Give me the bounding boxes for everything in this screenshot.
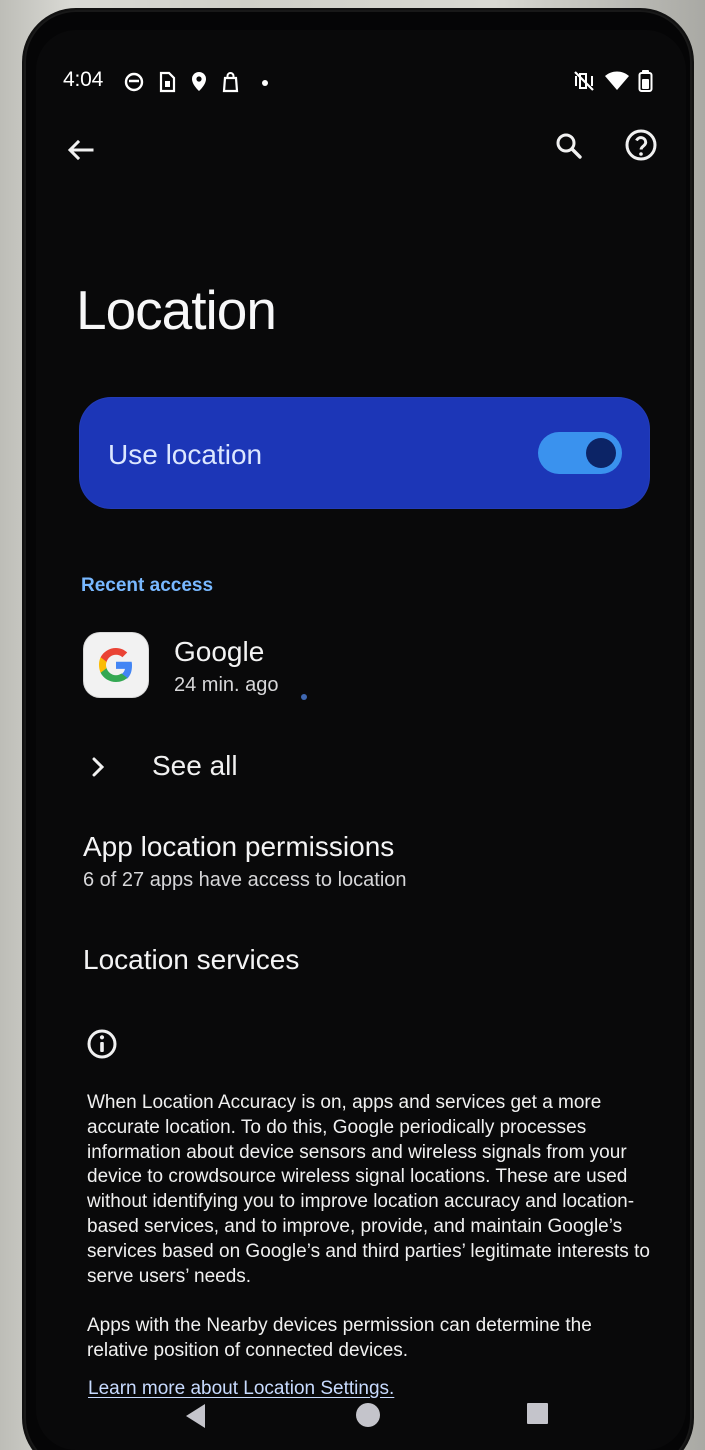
location-settings-screen: 4:04 Location Use location Recent access… bbox=[36, 30, 686, 1450]
app-location-permissions-title: App location permissions bbox=[83, 831, 395, 862]
use-location-label: Use location bbox=[108, 439, 263, 470]
square-recents-icon[interactable] bbox=[525, 1401, 550, 1431]
learn-more-location-settings-link[interactable]: Learn more about Location Settings. bbox=[88, 1378, 394, 1400]
google-g-icon bbox=[83, 632, 149, 698]
battery-icon bbox=[638, 69, 653, 99]
app-location-permissions-subtitle: 6 of 27 apps have access to location bbox=[83, 869, 407, 891]
use-location-card[interactable]: Use location bbox=[79, 397, 650, 509]
location-services-title: Location services bbox=[83, 944, 300, 975]
location-accuracy-paragraph: When Location Accuracy is on, apps and s… bbox=[87, 1092, 650, 1287]
see-all-label: See all bbox=[152, 750, 238, 781]
circle-notification-icon bbox=[123, 71, 145, 98]
recent-access-label: Recent access bbox=[81, 575, 214, 596]
triangle-back-icon[interactable] bbox=[181, 1401, 209, 1436]
nearby-devices-paragraph: Apps with the Nearby devices permission … bbox=[87, 1315, 592, 1362]
see-all-row[interactable]: See all bbox=[84, 745, 324, 789]
shopping-bag-icon bbox=[221, 71, 240, 98]
wifi-icon bbox=[604, 70, 630, 98]
recent-app-name: Google bbox=[174, 636, 265, 667]
use-location-switch[interactable] bbox=[538, 432, 622, 474]
search-icon bbox=[553, 130, 585, 165]
circle-home-icon[interactable] bbox=[354, 1401, 382, 1434]
device-photo-background: 4:04 Location Use location Recent access… bbox=[0, 0, 705, 1450]
sim-card-icon bbox=[158, 71, 176, 98]
location-pin-icon bbox=[190, 71, 208, 98]
switch-thumb bbox=[586, 438, 616, 468]
help-button[interactable] bbox=[617, 122, 665, 170]
notification-dot-icon bbox=[261, 71, 269, 98]
search-button[interactable] bbox=[545, 123, 593, 171]
back-button[interactable] bbox=[57, 127, 105, 175]
help-icon bbox=[623, 127, 659, 166]
location-services-item[interactable]: Location services bbox=[83, 943, 603, 977]
vibrate-off-icon bbox=[572, 69, 596, 99]
status-right-icons bbox=[572, 69, 653, 99]
recent-access-google-row[interactable]: Google 24 min. ago bbox=[81, 627, 621, 699]
chevron-right-icon bbox=[84, 753, 112, 786]
app-location-permissions-item[interactable]: App location permissions 6 of 27 apps ha… bbox=[83, 830, 603, 892]
status-time: 4:04 bbox=[63, 68, 104, 91]
info-icon bbox=[85, 1027, 119, 1061]
status-bar: 4:04 bbox=[63, 68, 653, 99]
arrow-back-icon bbox=[65, 134, 97, 169]
location-activity-dot bbox=[301, 694, 307, 700]
page-title: Location bbox=[76, 279, 277, 341]
location-accuracy-info: When Location Accuracy is on, apps and s… bbox=[87, 1091, 652, 1364]
recent-app-time: 24 min. ago bbox=[174, 674, 279, 696]
